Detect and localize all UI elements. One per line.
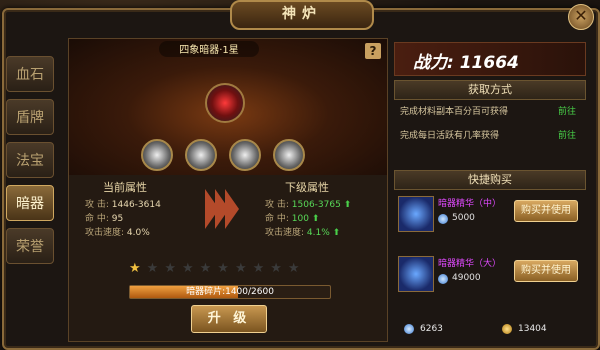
skill-icon-1[interactable]: [141, 139, 173, 171]
current-speed: 攻击速度: 4.0%: [85, 228, 150, 238]
star-empty-icon: ★: [234, 261, 247, 276]
current-hit: 命 中: 95: [85, 214, 124, 224]
star-empty-icon: ★: [181, 261, 194, 276]
tab-honor[interactable]: 荣誉: [6, 228, 54, 264]
item-price: 5000: [452, 213, 475, 223]
tab-hidden-weapon[interactable]: 暗器: [6, 185, 54, 221]
skill-icon-4[interactable]: [273, 139, 305, 171]
skill-row: [141, 139, 305, 171]
star-empty-icon: ★: [287, 261, 300, 276]
skill-icon-3[interactable]: [229, 139, 261, 171]
tab-shield[interactable]: 盾牌: [6, 99, 54, 135]
source-row: 完成材料副本百分百可获得 前往: [400, 104, 580, 117]
star-empty-icon: ★: [199, 261, 212, 276]
combat-power: 战力: 11664: [413, 53, 519, 73]
diamond-icon: [438, 274, 448, 284]
side-panel: 战力: 11664 获取方式 完成材料副本百分百可获得 前往 完成每日活跃有几率…: [390, 38, 590, 340]
current-attr-heading: 当前属性: [103, 181, 147, 194]
skill-icon-2[interactable]: [185, 139, 217, 171]
star-rating: ★ ★ ★ ★ ★ ★ ★ ★ ★ ★: [129, 261, 300, 276]
goto-link[interactable]: 前往: [558, 104, 576, 117]
source-row: 完成每日活跃有几率获得 前往: [400, 128, 580, 141]
increase-arrow-icon: ⬆: [311, 214, 320, 224]
progress-label: 暗器碎片:1400/2600: [186, 287, 274, 297]
gem-essence-icon: [398, 256, 434, 292]
diamond-icon: [404, 324, 414, 334]
gold-coin-icon: [502, 324, 512, 334]
item-title: 暗器精华（大）: [438, 259, 502, 269]
hidden-weapon-core-icon: [205, 83, 245, 123]
quick-buy-heading: 快捷购买: [394, 170, 586, 190]
next-attack: 攻 击: 1506-3765 ⬆: [265, 200, 352, 210]
increase-arrow-icon: ⬆: [343, 200, 352, 210]
current-attack: 攻 击: 1446-3614: [85, 200, 161, 210]
next-hit: 命 中: 100 ⬆: [265, 214, 320, 224]
diamond-icon: [438, 214, 448, 224]
combat-power-banner: 战力: 11664: [394, 42, 586, 76]
gem-essence-icon: [398, 196, 434, 232]
help-button[interactable]: ?: [365, 43, 381, 59]
shop-item: 暗器精华（大） 49000 购买并使用: [394, 252, 584, 298]
category-tabs: 血石 盾牌 法宝 暗器 荣誉: [6, 56, 56, 271]
item-name: 四象暗器·1星: [159, 41, 259, 57]
star-empty-icon: ★: [270, 261, 282, 276]
shard-progress-bar: 暗器碎片:1400/2600: [129, 285, 331, 299]
gold-balance: 13404: [502, 324, 547, 334]
star-filled-icon: ★: [129, 261, 141, 276]
item-scene: 四象暗器·1星 ?: [69, 39, 387, 175]
item-title: 暗器精华（中）: [438, 199, 502, 209]
star-empty-icon: ★: [217, 261, 229, 276]
buy-and-use-button[interactable]: 购买并使用: [514, 260, 578, 282]
upgrade-arrow-icon: [205, 189, 241, 229]
star-empty-icon: ★: [252, 261, 265, 276]
next-speed: 攻击速度: 4.1% ⬆: [265, 228, 341, 238]
tab-bloodstone[interactable]: 血石: [6, 56, 54, 92]
diamond-balance: 6263: [404, 324, 443, 334]
window-title: 神炉: [230, 0, 374, 30]
star-empty-icon: ★: [164, 261, 176, 276]
item-panel: 四象暗器·1星 ? 当前属性 攻 击: 1446-3614 命 中: 95 攻击…: [68, 38, 388, 342]
tab-artifact[interactable]: 法宝: [6, 142, 54, 178]
upgrade-button[interactable]: 升 级: [191, 305, 267, 333]
close-button[interactable]: ✕: [568, 4, 594, 30]
increase-arrow-icon: ⬆: [332, 228, 341, 238]
goto-link[interactable]: 前往: [558, 128, 576, 141]
shop-item: 暗器精华（中） 5000 购买并使用: [394, 192, 584, 238]
item-price: 49000: [452, 273, 481, 283]
next-attr-heading: 下级属性: [285, 181, 329, 194]
buy-and-use-button[interactable]: 购买并使用: [514, 200, 578, 222]
sources-heading: 获取方式: [394, 80, 586, 100]
star-empty-icon: ★: [146, 261, 159, 276]
